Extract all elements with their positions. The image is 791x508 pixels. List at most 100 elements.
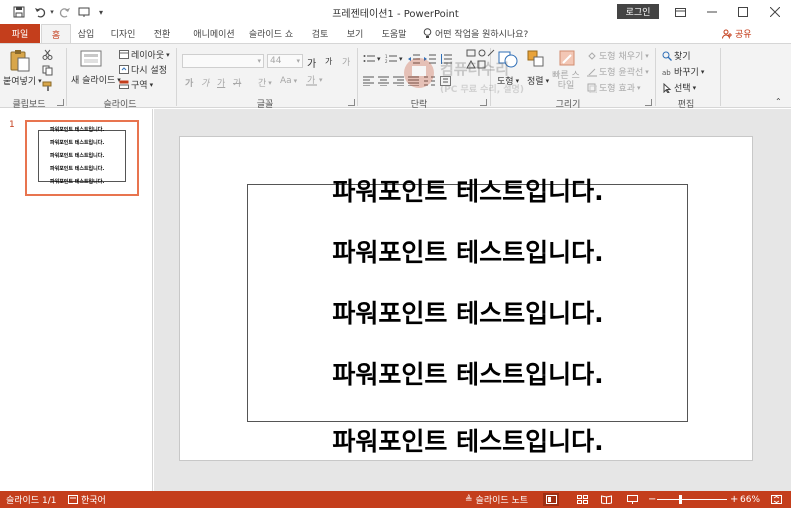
minimize-icon[interactable] (696, 0, 728, 24)
layout-button[interactable]: 레이아웃 ▾ (119, 48, 170, 61)
slide-thumbnail[interactable]: 파워포인트 테스트입니다. 파워포인트 테스트입니다. 파워포인트 테스트입니다… (25, 120, 139, 196)
reading-view-icon[interactable] (598, 493, 614, 506)
replace-button[interactable]: ab 바꾸기 ▾ (662, 65, 704, 79)
cut-icon[interactable] (42, 49, 53, 60)
increase-indent-icon[interactable] (424, 54, 436, 64)
zoom-slider-thumb[interactable] (679, 495, 683, 504)
select-button[interactable]: 선택 ▾ (662, 81, 696, 94)
font-name-select[interactable]: ▾ (182, 54, 264, 68)
reset-label: 다시 설정 (131, 66, 167, 76)
undo-icon[interactable] (32, 4, 48, 20)
align-left-icon[interactable] (363, 76, 374, 86)
undo-dropdown-icon[interactable]: ▾ (48, 4, 56, 20)
shape-outline-button[interactable]: 도형 윤곽선 ▾ (587, 65, 649, 78)
tell-me-box[interactable]: 어떤 작업을 원하시나요? (423, 24, 528, 43)
tab-slideshow[interactable]: 슬라이드 쇼 (246, 24, 296, 43)
shape-fill-label: 도형 채우기 (599, 52, 644, 62)
notes-button[interactable]: ≜ 슬라이드 노트 (465, 491, 528, 508)
shrink-font-button[interactable]: 가 (325, 56, 332, 67)
bold-button[interactable]: 가 (185, 76, 193, 89)
reset-button[interactable]: 다시 설정 (119, 63, 167, 76)
align-center-icon[interactable] (378, 76, 389, 86)
tab-view[interactable]: 보기 (341, 24, 369, 43)
ribbon-display-icon[interactable] (664, 0, 696, 24)
justify-icon[interactable] (408, 76, 419, 86)
align-right-icon[interactable] (393, 76, 404, 86)
font-color-button[interactable]: 가 ▾ (306, 74, 323, 86)
text-direction-icon[interactable] (440, 76, 451, 86)
group-separator (66, 48, 67, 106)
copy-icon[interactable] (42, 65, 53, 76)
paste-icon[interactable] (9, 49, 31, 73)
find-button[interactable]: 찾기 (662, 49, 691, 62)
bullets-button[interactable]: ▾ (363, 54, 381, 64)
fit-slide-icon[interactable] (768, 493, 784, 506)
numbering-button[interactable]: 1 2 ▾ (385, 54, 403, 64)
font-launcher-icon[interactable] (348, 99, 355, 106)
quick-styles-icon[interactable] (557, 48, 577, 70)
change-case-button[interactable]: Aa ▾ (280, 76, 297, 86)
zoom-level[interactable]: 66% (740, 491, 760, 508)
strikethrough-button[interactable]: 가 (233, 76, 241, 89)
redo-icon[interactable] (58, 4, 72, 20)
shape-fill-button[interactable]: 도형 채우기 ▾ (587, 49, 649, 62)
slide-text-line[interactable]: 파워포인트 테스트입니다. (180, 422, 754, 458)
tab-animations[interactable]: 애니메이션 (188, 24, 240, 43)
zoom-in-icon[interactable]: + (730, 491, 738, 508)
shapes-gallery-icon[interactable] (466, 48, 496, 72)
paragraph-launcher-icon[interactable] (480, 99, 487, 106)
shape-effects-button[interactable]: 도형 효과 ▾ (587, 81, 641, 94)
normal-view-icon[interactable] (543, 493, 559, 506)
clipboard-launcher-icon[interactable] (57, 99, 64, 106)
shapes-icon[interactable] (497, 48, 519, 70)
share-button[interactable]: 공유 (722, 24, 752, 43)
paste-button[interactable]: 붙여넣기 ▾ (3, 74, 42, 88)
tab-insert[interactable]: 삽입 (72, 24, 100, 43)
zoom-out-icon[interactable]: − (648, 491, 656, 508)
language-label: 한국어 (81, 496, 106, 506)
language-indicator[interactable]: 한국어 (68, 491, 106, 508)
arrange-button[interactable]: 정렬 ▾ (527, 74, 549, 88)
new-slide-icon[interactable] (79, 49, 103, 69)
customize-qat-icon[interactable]: ▾ (96, 4, 106, 20)
decrease-indent-icon[interactable] (408, 54, 420, 64)
tab-design[interactable]: 디자인 (106, 24, 140, 43)
shapes-button[interactable]: 도형 ▾ (497, 74, 519, 88)
maximize-icon[interactable] (727, 0, 759, 24)
zoom-slider[interactable] (657, 499, 727, 500)
quick-styles-button[interactable]: 빠른 스타일 (552, 71, 580, 92)
find-icon (662, 51, 672, 61)
italic-button[interactable]: 가 (201, 76, 209, 89)
tab-help[interactable]: 도움말 (377, 24, 411, 43)
section-button[interactable]: 구역 ▾ (119, 78, 153, 91)
new-slide-button[interactable]: 새 슬라이드 ▾ (71, 73, 121, 87)
slide-sorter-icon[interactable] (574, 493, 590, 506)
arrange-icon[interactable] (526, 48, 546, 70)
format-painter-icon[interactable] (42, 81, 53, 92)
tab-transitions[interactable]: 전환 (148, 24, 176, 43)
line-spacing-icon[interactable] (440, 54, 452, 64)
clear-format-button[interactable]: 가 (342, 55, 350, 68)
login-button[interactable]: 로그인 (617, 4, 659, 19)
slide-text-line[interactable]: 파워포인트 테스트입니다. (180, 233, 754, 269)
tab-review[interactable]: 검토 (306, 24, 334, 43)
columns-icon[interactable] (424, 76, 435, 86)
drawing-launcher-icon[interactable] (645, 99, 652, 106)
start-from-beginning-icon[interactable] (76, 4, 92, 20)
slide-text-line[interactable]: 파워포인트 테스트입니다. (180, 294, 754, 330)
collapse-ribbon-icon[interactable]: ⌃ (775, 97, 782, 106)
slide-text-line[interactable]: 파워포인트 테스트입니다. (180, 172, 754, 208)
slide-text-line[interactable]: 파워포인트 테스트입니다. (180, 355, 754, 391)
slide-count: 슬라이드 1/1 (6, 496, 57, 506)
slide-canvas[interactable]: 파워포인트 테스트입니다. 파워포인트 테스트입니다. 파워포인트 테스트입니다… (179, 136, 753, 461)
tab-home[interactable]: 홈 (41, 24, 71, 43)
save-icon[interactable] (10, 4, 28, 20)
grow-font-button[interactable]: 가 (307, 55, 316, 70)
slideshow-view-icon[interactable] (624, 493, 640, 506)
tab-file[interactable]: 파일 (0, 24, 40, 43)
close-icon[interactable] (759, 0, 791, 24)
font-size-select[interactable]: 44 ▾ (267, 54, 303, 68)
char-spacing-button[interactable]: 간 ▾ (258, 76, 272, 90)
underline-button[interactable]: 가 (217, 76, 225, 89)
ribbon-tabs: 파일 홈 삽입 디자인 전환 애니메이션 슬라이드 쇼 검토 보기 도움말 어떤… (0, 24, 791, 43)
